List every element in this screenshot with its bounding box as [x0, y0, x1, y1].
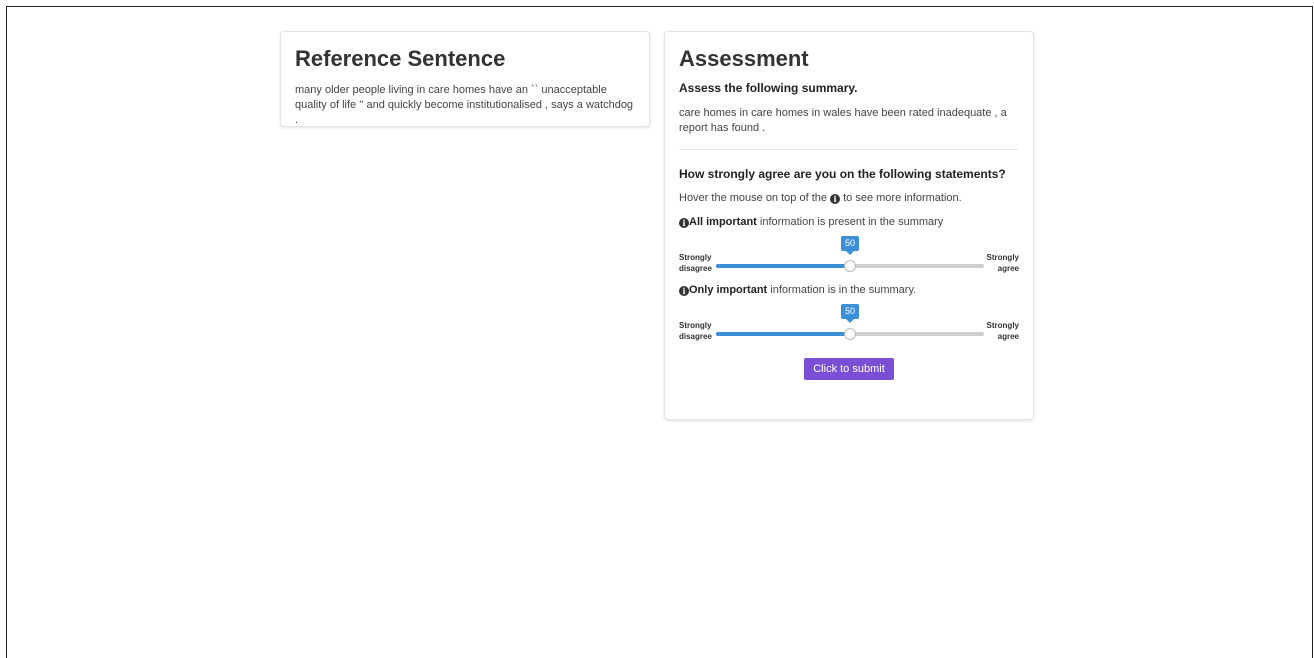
assessment-title: Assessment	[679, 46, 809, 71]
assessment-instruction: Assess the following summary.	[679, 81, 858, 95]
summary-text: care homes in care homes in wales have b…	[679, 107, 1007, 134]
slider-2-thumb[interactable]	[844, 328, 856, 340]
statement-2-rest: information is in the summary.	[767, 284, 917, 296]
info-icon[interactable]: i	[679, 218, 689, 228]
statement-2: i Only important information is in the su…	[679, 284, 1019, 296]
info-icon[interactable]: i	[679, 286, 689, 296]
slider-1-fill	[716, 264, 850, 268]
slider-2-right-label: Strongly agree	[986, 321, 1019, 341]
slider-2-fill	[716, 332, 850, 336]
hint-text-before: Hover the mouse on top of the	[679, 192, 831, 204]
reference-text: many older people living in care homes h…	[295, 84, 634, 126]
statement-1-bold: All important	[689, 216, 757, 228]
statement-2-bold: Only important	[689, 284, 768, 296]
divider	[679, 149, 1019, 150]
slider-1-thumb[interactable]	[844, 260, 856, 272]
info-icon[interactable]: i	[830, 194, 841, 204]
slider-1: Strongly disagree 50 Strongly agree	[679, 232, 1019, 278]
slider-2-value: 50	[841, 304, 859, 323]
reference-title: Reference Sentence	[295, 46, 506, 71]
question-heading: How strongly agree are you on the follow…	[679, 167, 1006, 181]
slider-1-value: 50	[841, 236, 859, 255]
slider-1-left-label: Strongly disagree	[679, 253, 712, 273]
statement-1: i All important information is present in…	[679, 216, 1019, 228]
slider-2-left-label: Strongly disagree	[679, 321, 712, 341]
slider-2: Strongly disagree 50 Strongly agree	[679, 300, 1019, 346]
submit-button[interactable]: Click to submit	[804, 358, 894, 380]
assessment-card: Assessment Assess the following summary.…	[664, 31, 1034, 420]
slider-1-track[interactable]: 50	[716, 236, 984, 272]
hover-hint: Hover the mouse on top of the i to see m…	[679, 192, 1019, 204]
slider-1-right-label: Strongly agree	[986, 253, 1019, 273]
slider-2-track[interactable]: 50	[716, 304, 984, 340]
hint-text-after: to see more information.	[840, 192, 962, 204]
statement-1-rest: information is present in the summary	[756, 216, 944, 228]
window-frame	[6, 6, 1313, 658]
submit-wrap: Click to submit	[679, 358, 1019, 380]
reference-card: Reference Sentence many older people liv…	[280, 31, 650, 127]
